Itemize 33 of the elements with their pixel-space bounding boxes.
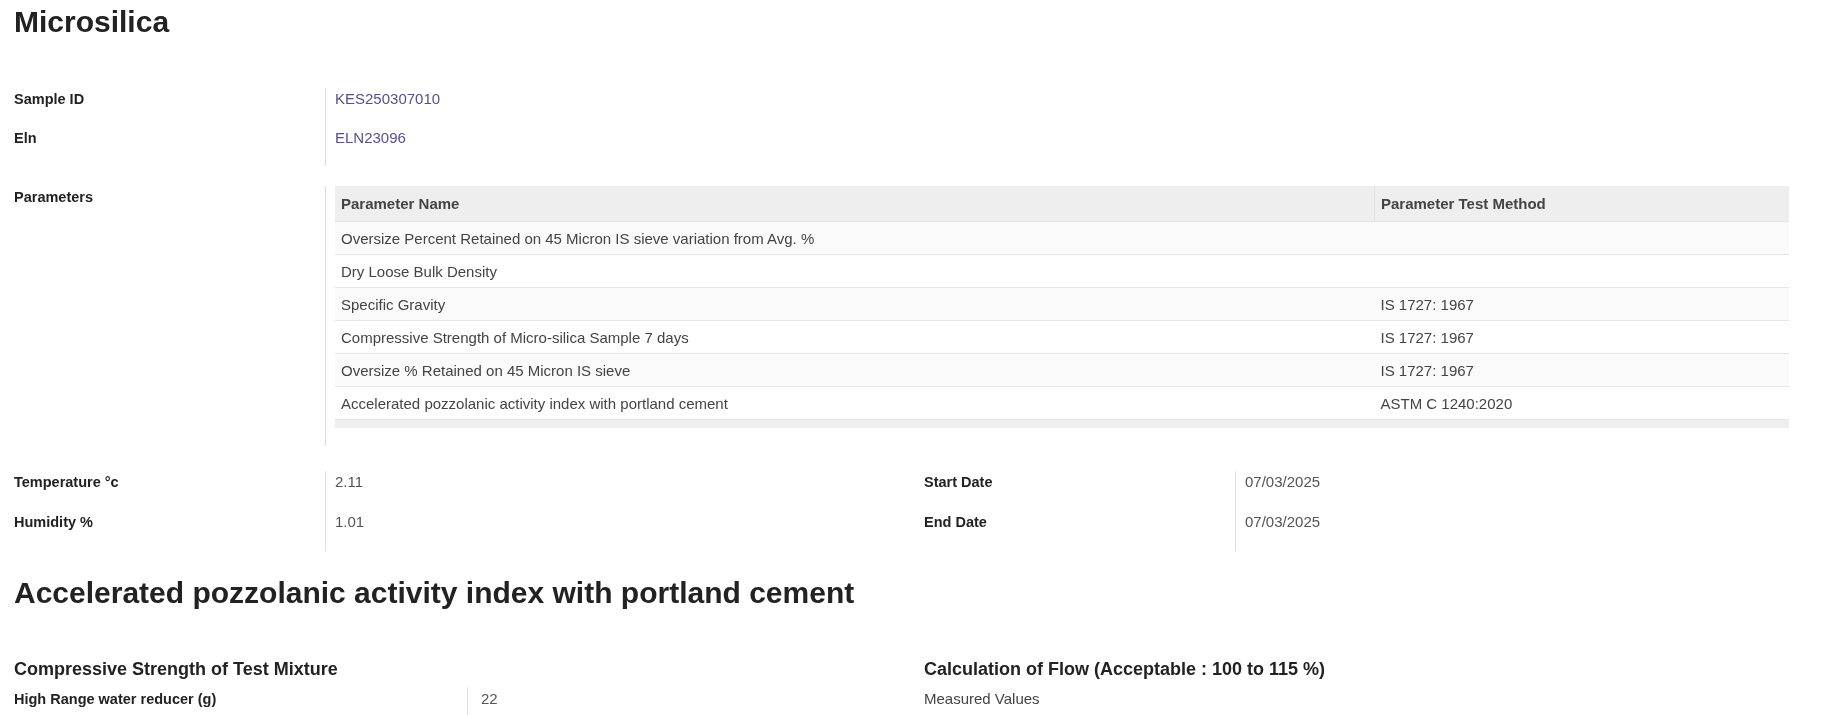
field-label: Temperature °c: [14, 473, 120, 492]
section-heading: Compressive Strength of Test Mixture: [14, 658, 339, 681]
table-cell: Compressive Strength of Micro-silica Sample 7 days: [341, 328, 689, 346]
field-label: Parameters: [14, 188, 94, 207]
table-cell: IS 1727: 1967: [1380, 328, 1474, 346]
page-title: Microsilica: [14, 5, 171, 39]
field-label: Humidity %: [14, 513, 94, 532]
section-title: Accelerated pozzolanic activity index with portland cement: [14, 575, 856, 611]
field-value: 1.01: [335, 512, 366, 532]
field-value: ELN23096: [335, 128, 407, 148]
field-label: High Range water reducer (g): [14, 690, 218, 709]
table-cell: ASTM C 1240:2020: [1380, 394, 1513, 412]
table-cell: Dry Loose Bulk Density: [341, 262, 497, 280]
table-cell: IS 1727: 1967: [1380, 361, 1474, 379]
field-label: End Date: [924, 513, 988, 532]
column-header: Parameter Test Method: [1374, 186, 1789, 222]
table-cell: Accelerated pozzolanic activity index with portland cement: [341, 394, 728, 412]
field-value: KES250307010: [335, 89, 442, 109]
field-label: Eln: [14, 129, 38, 148]
field-value: 07/03/2025: [1245, 472, 1322, 492]
table-cell: Specific Gravity: [341, 295, 446, 313]
table-cell: Oversize % Retained on 45 Micron IS sieve: [341, 361, 631, 379]
sub-label: Measured Values: [924, 689, 1041, 709]
table-cell: Oversize Percent Retained on 45 Micron IS sieve variation from Avg. %: [341, 229, 815, 247]
section-heading: Calculation of Flow (Acceptable : 100 to 115 %): [924, 658, 1327, 681]
column-header: Parameter Name: [335, 186, 1375, 222]
field-label: Sample ID: [14, 90, 86, 109]
field-value: 2.11: [335, 472, 365, 492]
scrollbar-track[interactable]: [335, 420, 1789, 428]
field-label: Start Date: [924, 473, 994, 492]
field-value: 22: [481, 689, 499, 709]
table-cell: IS 1727: 1967: [1380, 295, 1474, 313]
field-value: 07/03/2025: [1245, 512, 1322, 532]
